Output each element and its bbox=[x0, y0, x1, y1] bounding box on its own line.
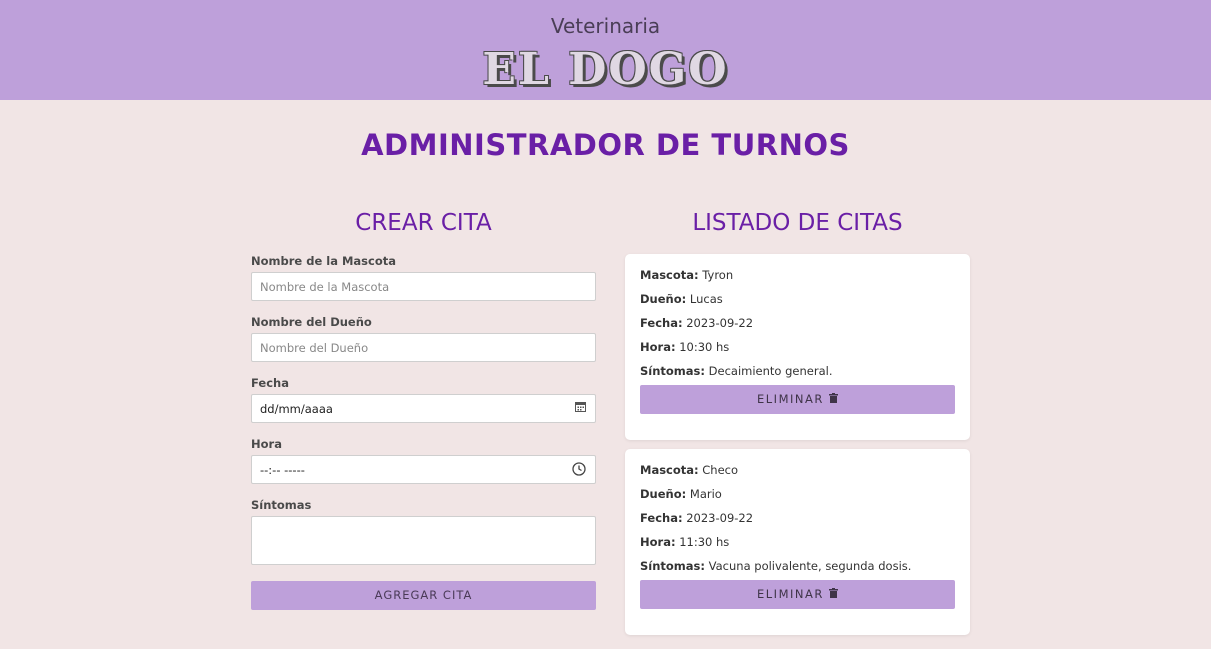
date-line: Fecha: 2023-09-22 bbox=[640, 316, 955, 340]
symptoms-key: Síntomas: bbox=[640, 559, 705, 573]
pet-value: Checo bbox=[702, 463, 739, 477]
time-value: 10:30 hs bbox=[679, 340, 730, 354]
owner-key: Dueño: bbox=[640, 487, 687, 501]
owner-line: Dueño: Mario bbox=[640, 487, 955, 511]
brand-logo: EL DOGO bbox=[482, 44, 729, 95]
time-value: 11:30 hs bbox=[679, 535, 730, 549]
time-label: Hora bbox=[251, 437, 282, 451]
add-appointment-button[interactable]: AGREGAR CITA bbox=[251, 581, 596, 610]
appointment-form: Nombre de la Mascota Nombre de la Mascot… bbox=[251, 254, 596, 610]
owner-value: Lucas bbox=[689, 292, 723, 306]
time-group: Hora --:-- ----- bbox=[251, 437, 596, 484]
calendar-icon[interactable] bbox=[575, 401, 586, 415]
date-value: 2023-09-22 bbox=[686, 511, 754, 525]
time-key: Hora: bbox=[640, 535, 676, 549]
date-key: Fecha: bbox=[640, 316, 683, 330]
appointment-card: Mascota: Checo Dueño: Mario Fecha: 2023-… bbox=[625, 449, 970, 635]
owner-name-input[interactable]: Nombre del Dueño bbox=[251, 333, 596, 362]
date-value: 2023-09-22 bbox=[686, 316, 754, 330]
pet-value: Tyron bbox=[702, 268, 734, 282]
symptoms-key: Síntomas: bbox=[640, 364, 705, 378]
date-group: Fecha dd/mm/aaaa bbox=[251, 376, 596, 423]
form-title: CREAR CITA bbox=[355, 210, 492, 236]
owner-name-group: Nombre del Dueño Nombre del Dueño bbox=[251, 315, 596, 362]
time-input-value: --:-- ----- bbox=[260, 463, 305, 477]
trash-icon bbox=[829, 587, 838, 601]
date-input-value: dd/mm/aaaa bbox=[260, 402, 333, 416]
trash-icon bbox=[829, 392, 838, 406]
owner-key: Dueño: bbox=[640, 292, 687, 306]
symptoms-textarea[interactable] bbox=[251, 516, 596, 565]
symptoms-group: Síntomas bbox=[251, 498, 596, 565]
time-line: Hora: 11:30 hs bbox=[640, 535, 955, 559]
owner-value: Mario bbox=[689, 487, 722, 501]
delete-label: ELIMINAR bbox=[757, 392, 824, 406]
date-line: Fecha: 2023-09-22 bbox=[640, 511, 955, 535]
list-title: LISTADO DE CITAS bbox=[692, 210, 903, 236]
page-title: ADMINISTRADOR DE TURNOS bbox=[361, 128, 850, 162]
date-key: Fecha: bbox=[640, 511, 683, 525]
appointment-card: Mascota: Tyron Dueño: Lucas Fecha: 2023-… bbox=[625, 254, 970, 440]
delete-button[interactable]: ELIMINAR bbox=[640, 580, 955, 609]
symptoms-label: Síntomas bbox=[251, 498, 312, 512]
pet-key: Mascota: bbox=[640, 463, 699, 477]
date-input[interactable]: dd/mm/aaaa bbox=[251, 394, 596, 423]
clock-icon[interactable] bbox=[572, 462, 586, 479]
time-key: Hora: bbox=[640, 340, 676, 354]
owner-line: Dueño: Lucas bbox=[640, 292, 955, 316]
pet-name-input[interactable]: Nombre de la Mascota bbox=[251, 272, 596, 301]
pet-line: Mascota: Checo bbox=[640, 463, 955, 487]
pet-line: Mascota: Tyron bbox=[640, 268, 955, 292]
pet-key: Mascota: bbox=[640, 268, 699, 282]
owner-name-label: Nombre del Dueño bbox=[251, 315, 372, 329]
pet-name-label: Nombre de la Mascota bbox=[251, 254, 396, 268]
delete-label: ELIMINAR bbox=[757, 587, 824, 601]
time-input[interactable]: --:-- ----- bbox=[251, 455, 596, 484]
symptoms-value: Vacuna polivalente, segunda dosis. bbox=[708, 559, 912, 573]
date-label: Fecha bbox=[251, 376, 289, 390]
delete-button[interactable]: ELIMINAR bbox=[640, 385, 955, 414]
pet-name-group: Nombre de la Mascota Nombre de la Mascot… bbox=[251, 254, 596, 301]
time-line: Hora: 10:30 hs bbox=[640, 340, 955, 364]
symptoms-value: Decaimiento general. bbox=[708, 364, 833, 378]
site-header: Veterinaria EL DOGO bbox=[0, 0, 1211, 100]
header-subtitle: Veterinaria bbox=[550, 14, 661, 38]
